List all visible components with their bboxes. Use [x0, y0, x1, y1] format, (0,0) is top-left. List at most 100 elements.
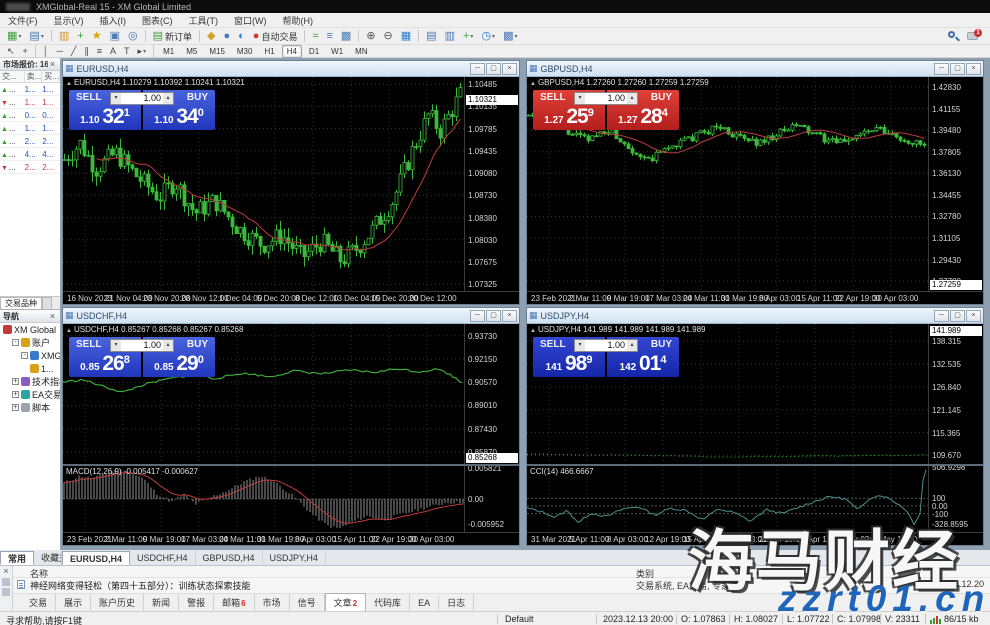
navigator-item-expert-advisors[interactable]: +EA交易 — [0, 388, 60, 401]
volume-down-icon[interactable]: ▾ — [111, 340, 121, 351]
article-row[interactable]: 神经网络变得轻松（第四十五部分）：训练状态探索技能 交易系统, EA交易, 专家… — [13, 578, 990, 591]
crosshair-tool[interactable]: + — [20, 44, 31, 59]
navigator-item-indicators[interactable]: +技术指标 — [0, 375, 60, 388]
terminal-tab-日志[interactable]: 日志 — [439, 594, 474, 611]
auto-trading-toggle[interactable]: ●自动交易 — [250, 29, 301, 44]
chart-tab-eurusd[interactable]: EURUSD,H4 — [62, 551, 130, 565]
close-icon[interactable]: × — [48, 311, 57, 321]
objects-list-button[interactable]: ▩ — [338, 29, 354, 44]
eurusd-restore-button[interactable]: ▢ — [486, 63, 501, 75]
market-watch-row[interactable]: ▼...2...2... — [0, 161, 60, 174]
volume-down-icon[interactable]: ▾ — [575, 340, 585, 351]
profiles-button[interactable]: ▤▾ — [26, 29, 46, 44]
market-watch-row[interactable]: ▲...1...1... — [0, 122, 60, 135]
close-icon[interactable]: × — [0, 566, 12, 576]
market-watch-row[interactable]: ▲...1...1... — [0, 83, 60, 96]
terminal-tab-展示[interactable]: 展示 — [56, 594, 91, 611]
chart-window-titlebar[interactable]: ▦GBPUSD,H4─▢× — [527, 61, 983, 77]
zoom-out-button[interactable]: ⊖ — [381, 29, 396, 44]
menu-item-tools[interactable]: 工具(T) — [181, 14, 227, 27]
navigator-tab-favorites[interactable]: 收藏夹 — [34, 551, 62, 565]
indicator-list-button[interactable]: ≡ — [324, 29, 336, 44]
menu-item-help[interactable]: 帮助(H) — [275, 14, 322, 27]
gbpusd-volume-stepper[interactable]: ▾1.00▴ — [574, 92, 638, 105]
add-object-dropdown[interactable]: +▾ — [460, 29, 476, 44]
expand-icon[interactable]: + — [12, 378, 19, 385]
volume-up-icon[interactable]: ▴ — [627, 93, 637, 104]
terminal-tab-账户历史[interactable]: 账户历史 — [91, 594, 144, 611]
gbpusd-restore-button[interactable]: ▢ — [950, 63, 965, 75]
collapse-icon[interactable]: - — [21, 352, 28, 359]
text-label-tool[interactable]: T — [121, 44, 133, 59]
chart-window-titlebar[interactable]: ▦EURUSD,H4─▢× — [63, 61, 519, 77]
timeframe-d1-button[interactable]: D1 — [304, 45, 324, 58]
usdchf-restore-button[interactable]: ▢ — [486, 310, 501, 322]
timeframe-m1-button[interactable]: M1 — [158, 45, 179, 58]
tab-symbols[interactable]: 交易品种 — [0, 297, 42, 309]
volume-up-icon[interactable]: ▴ — [627, 340, 637, 351]
trendline-tool[interactable]: ╱ — [68, 44, 79, 59]
navigator-tab-common[interactable]: 常用 — [0, 551, 34, 565]
subwindow-divider[interactable] — [527, 464, 983, 466]
cursor-tool[interactable]: ↖ — [4, 44, 18, 59]
eurusd-minimize-button[interactable]: ─ — [470, 63, 485, 75]
market-watch-row[interactable]: ▲...2...2... — [0, 135, 60, 148]
usdjpy-restore-button[interactable]: ▢ — [950, 310, 965, 322]
chart-tab-gbpusd[interactable]: GBPUSD,H4 — [196, 551, 263, 565]
terminal-tab-EA[interactable]: EA — [410, 596, 439, 610]
status-profile[interactable]: Default — [505, 614, 534, 624]
expand-icon[interactable]: + — [12, 404, 19, 411]
timeframe-m15-button[interactable]: M15 — [204, 45, 230, 58]
new-order-button[interactable]: ▤新订单 — [150, 29, 195, 44]
horizontal-line-tool[interactable]: ─ — [53, 44, 65, 59]
vertical-line-tool[interactable]: │ — [40, 44, 52, 59]
search-button[interactable] — [946, 29, 960, 43]
terminal-strip-icon[interactable] — [2, 578, 10, 586]
terminal-tab-信号[interactable]: 信号 — [290, 594, 325, 611]
usdjpy-close-button[interactable]: × — [966, 310, 981, 322]
terminal-tab-警报[interactable]: 警报 — [179, 594, 214, 611]
close-icon[interactable]: × — [48, 59, 57, 69]
metaeditor-button[interactable]: ◆ — [204, 29, 218, 44]
chart-tab-usdchf[interactable]: USDCHF,H4 — [130, 551, 196, 565]
usdjpy-volume-stepper[interactable]: ▾1.00▴ — [574, 339, 638, 352]
data-window-toggle[interactable]: + — [74, 29, 86, 44]
volume-down-icon[interactable]: ▾ — [575, 93, 585, 104]
timeframe-m5-button[interactable]: M5 — [181, 45, 202, 58]
chart-window-titlebar[interactable]: ▦USDJPY,H4─▢× — [527, 308, 983, 324]
market-watch-row[interactable]: ▲...4...4... — [0, 148, 60, 161]
arrows-tool[interactable]: ▸▾ — [135, 44, 150, 59]
usdchf-close-button[interactable]: × — [502, 310, 517, 322]
menu-item-charts[interactable]: 图表(C) — [134, 14, 181, 27]
usdjpy-minimize-button[interactable]: ─ — [934, 310, 949, 322]
terminal-tab-交易[interactable]: 交易 — [21, 594, 56, 611]
tile-windows-button[interactable]: ▦ — [398, 29, 414, 44]
notifications-button[interactable]: 1 — [966, 29, 982, 43]
period-dropdown[interactable]: ◷▾ — [478, 29, 498, 44]
strategy-tester-toggle[interactable]: ◎ — [125, 29, 141, 44]
market-watch-row[interactable]: ▼...1...1... — [0, 96, 60, 109]
text-tool[interactable]: A — [107, 44, 119, 59]
subwindow-divider[interactable] — [63, 464, 519, 466]
menu-item-view[interactable]: 显示(V) — [46, 14, 92, 27]
navigator-item-account-login[interactable]: 1... — [0, 362, 60, 375]
terminal-tab-市场[interactable]: 市场 — [255, 594, 290, 611]
timeframe-w1-button[interactable]: W1 — [326, 45, 348, 58]
arrange-horizontal-button[interactable]: ▤ — [423, 29, 439, 44]
timeframe-h1-button[interactable]: H1 — [259, 45, 279, 58]
timeframe-h4-button[interactable]: H4 — [282, 45, 302, 58]
gbpusd-close-button[interactable]: × — [966, 63, 981, 75]
usdchf-volume-stepper[interactable]: ▾1.00▴ — [110, 339, 174, 352]
arrange-vertical-button[interactable]: ▥ — [442, 29, 458, 44]
article-title[interactable]: 神经网络变得轻松（第四十五部分）：训练状态探索技能 — [30, 579, 251, 592]
collapse-icon[interactable]: - — [12, 339, 19, 346]
menu-item-window[interactable]: 窗口(W) — [226, 14, 275, 27]
terminal-toggle[interactable]: ▣ — [107, 29, 123, 44]
navigator-item-account-server[interactable]: -XMG... — [0, 349, 60, 362]
terminal-tab-代码库[interactable]: 代码库 — [366, 594, 410, 611]
chart-window-titlebar[interactable]: ▦USDCHF,H4─▢× — [63, 308, 519, 324]
volume-up-icon[interactable]: ▴ — [163, 340, 173, 351]
community-button[interactable]: ● — [220, 29, 233, 44]
navigator-item-scripts[interactable]: +脚本 — [0, 401, 60, 414]
zoom-in-button[interactable]: ⊕ — [363, 29, 378, 44]
